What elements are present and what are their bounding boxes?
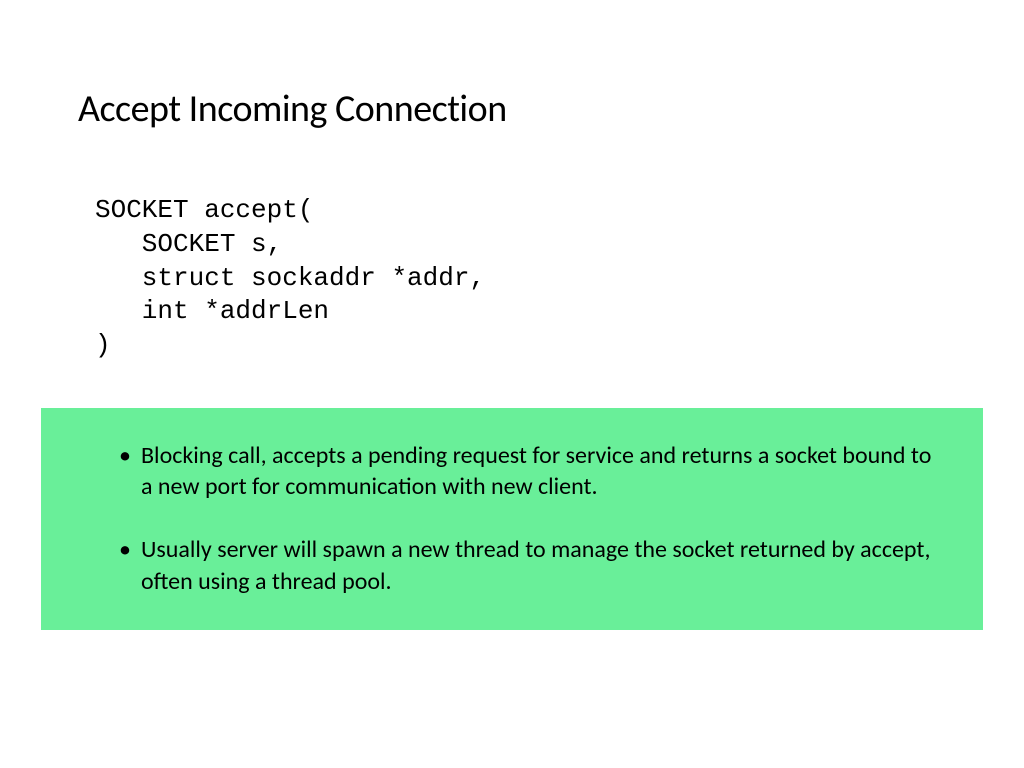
bullet-list: Blocking call, accepts a pending request…	[119, 440, 935, 597]
bullet-item-2: Usually server will spawn a new thread t…	[119, 534, 935, 596]
info-box: Blocking call, accepts a pending request…	[41, 408, 983, 630]
code-line-5: )	[95, 330, 111, 360]
slide-title: Accept Incoming Connection	[78, 86, 507, 132]
bullet-item-1: Blocking call, accepts a pending request…	[119, 440, 935, 502]
code-line-3: struct sockaddr *addr,	[95, 263, 485, 293]
code-line-1: SOCKET accept(	[95, 195, 313, 225]
slide-container: Accept Incoming Connection SOCKET accept…	[0, 0, 1024, 768]
code-block: SOCKET accept( SOCKET s, struct sockaddr…	[95, 194, 485, 363]
code-line-4: int *addrLen	[95, 296, 329, 326]
code-line-2: SOCKET s,	[95, 229, 282, 259]
